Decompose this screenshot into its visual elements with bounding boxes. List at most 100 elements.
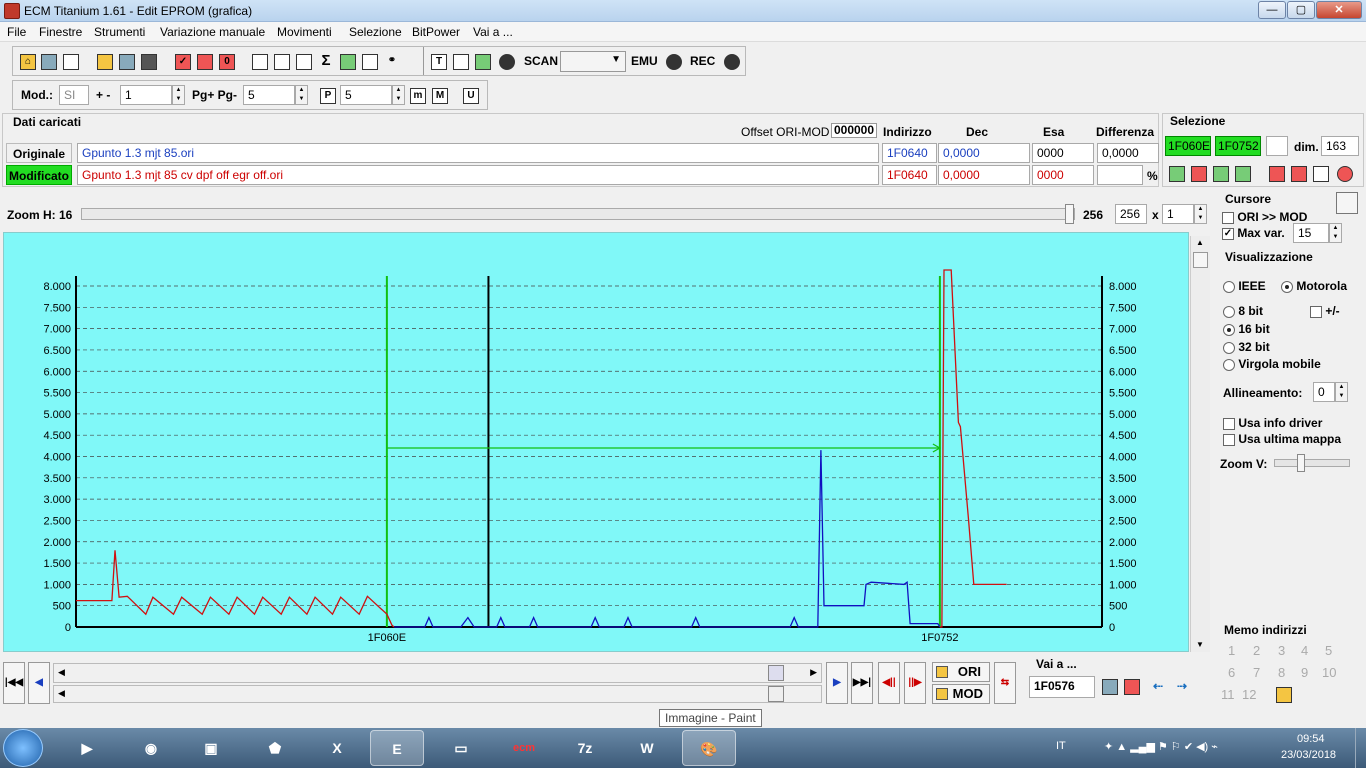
float-option[interactable]: Virgola mobile — [1223, 357, 1321, 371]
max-var-field[interactable]: 15 — [1293, 223, 1329, 243]
hscroll-bottom[interactable]: ◀ — [53, 685, 822, 703]
selection-start[interactable]: 1F060E — [1165, 136, 1211, 156]
prev-diff-icon[interactable]: ◀|| — [878, 662, 900, 704]
checksum-icon[interactable] — [197, 54, 213, 70]
copy-icon[interactable] — [41, 54, 57, 70]
sel-start-icon[interactable] — [1169, 166, 1185, 182]
edit-icon[interactable] — [296, 54, 312, 70]
ieee-radio[interactable] — [1223, 280, 1235, 293]
hscroll-top-right-icon[interactable]: ▶ — [810, 667, 817, 678]
cursor-lock-icon[interactable] — [1336, 192, 1358, 214]
first-page-icon[interactable]: |◀◀ — [3, 662, 25, 704]
ori-mod-option[interactable]: ORI >> MOD — [1222, 210, 1307, 224]
sel-disabled-icon[interactable] — [1313, 166, 1329, 182]
minimize-button[interactable]: — — [1258, 1, 1286, 19]
mod-field[interactable]: SI — [59, 85, 89, 105]
dim-field[interactable]: 163 — [1321, 136, 1359, 156]
rec-icon[interactable] — [724, 54, 740, 70]
p-icon[interactable]: P — [320, 88, 336, 104]
m-small-icon[interactable]: m — [410, 88, 426, 104]
motorola-radio[interactable] — [1281, 280, 1293, 293]
language-indicator[interactable]: IT — [1056, 740, 1066, 752]
original-address[interactable]: 1F0640 — [882, 143, 937, 163]
selection-end[interactable]: 1F0752 — [1215, 136, 1261, 156]
memo-9[interactable]: 9 — [1301, 665, 1308, 680]
hscroll-bottom-left-icon[interactable]: ◀ — [58, 688, 65, 699]
32bit-option[interactable]: 32 bit — [1223, 340, 1270, 354]
open-folder-icon[interactable] — [97, 54, 113, 70]
check-icon[interactable]: ✓ — [175, 54, 191, 70]
tray-icons[interactable]: ✦ ▲ ▂▄▆ ⚑ ⚐ ✔ ◀) ⌁ — [1104, 740, 1218, 753]
chart-area[interactable]: 0 0 500 500 1.000 1.000 1.500 1.500 2.000 2.000 2.… — [3, 232, 1189, 652]
sel-h-icon[interactable] — [1213, 166, 1229, 182]
mem-left-icon[interactable]: ⇠ — [1153, 679, 1163, 693]
modified-file-field[interactable]: Gpunto 1.3 mjt 85 cv dpf off egr off.ori — [77, 165, 879, 185]
menu-movimenti[interactable]: Movimenti — [277, 25, 332, 39]
ieee-option[interactable]: IEEE — [1223, 279, 1266, 293]
save-icon[interactable] — [141, 54, 157, 70]
start-button[interactable] — [3, 729, 43, 767]
sel-end-icon[interactable] — [1235, 166, 1251, 182]
menu-bitpower[interactable]: BitPower — [412, 25, 460, 39]
scroll-down-icon[interactable]: ▼ — [1196, 640, 1204, 649]
emu-icon[interactable] — [666, 54, 682, 70]
next-icon[interactable]: ▶ — [826, 662, 848, 704]
memo-2[interactable]: 2 — [1253, 643, 1260, 658]
hscroll-top[interactable]: ◀ ▶ — [53, 663, 822, 683]
sum-icon[interactable]: Σ — [318, 53, 334, 70]
original-diff[interactable]: 0,0000 — [1097, 143, 1159, 163]
zoom-mult-field[interactable]: 1 — [1162, 204, 1194, 224]
home-icon[interactable]: ⌂ — [20, 54, 36, 70]
ruby-icon[interactable]: ⬟ — [248, 730, 302, 766]
zoom-v-slider[interactable] — [1274, 454, 1350, 472]
plusminus-checkbox[interactable] — [1310, 305, 1322, 318]
ecm-shield-icon[interactable]: ecm — [497, 730, 551, 766]
p-stepper[interactable]: ▲ ▼ — [392, 85, 405, 105]
maximize-button[interactable]: ▢ — [1287, 1, 1315, 19]
compare-icon[interactable] — [252, 54, 268, 70]
p-field[interactable]: 5 — [340, 85, 392, 105]
run-icon[interactable] — [475, 54, 491, 70]
selection-extra[interactable] — [1266, 136, 1288, 156]
package-icon[interactable]: ▣ — [184, 730, 238, 766]
hscroll-top-left-icon[interactable]: ◀ — [58, 667, 65, 678]
clock-time[interactable]: 09:54 — [1297, 733, 1325, 745]
zoom-mult-stepper[interactable]: ▲ ▼ — [1194, 204, 1207, 224]
chrome-icon[interactable]: ◉ — [124, 730, 178, 766]
menu-strumenti[interactable]: Strumenti — [94, 25, 145, 39]
record-icon[interactable] — [499, 54, 515, 70]
memo-8[interactable]: 8 — [1278, 665, 1285, 680]
go-ori-icon[interactable] — [1102, 679, 1118, 695]
8bit-radio[interactable] — [1223, 305, 1235, 318]
memo-11[interactable]: 11 — [1221, 687, 1235, 702]
float-radio[interactable] — [1223, 358, 1235, 371]
memo-3[interactable]: 3 — [1278, 643, 1285, 658]
modified-diff[interactable] — [1097, 165, 1143, 185]
paint-icon[interactable]: 🎨 — [682, 730, 736, 766]
last-map-option[interactable]: Usa ultima mappa — [1223, 432, 1341, 446]
zoom-field[interactable]: 256 — [1115, 204, 1147, 224]
menu-vai-a[interactable]: Vai a ... — [473, 25, 513, 39]
8bit-option[interactable]: 8 bit — [1223, 304, 1263, 318]
m-big-icon[interactable]: M — [432, 88, 448, 104]
mem-right-icon[interactable]: ⇢ — [1177, 679, 1187, 693]
ecm-titanium-icon[interactable]: E — [370, 730, 424, 766]
last-map-checkbox[interactable] — [1223, 433, 1235, 446]
zero-icon[interactable]: 0 — [219, 54, 235, 70]
32bit-radio[interactable] — [1223, 341, 1235, 354]
sel-cross-icon[interactable] — [1191, 166, 1207, 182]
sel-copy-icon[interactable] — [1269, 166, 1285, 182]
text-icon[interactable]: T — [431, 54, 447, 70]
memo-save-icon[interactable] — [1276, 687, 1292, 703]
word-icon[interactable]: W — [620, 730, 674, 766]
zoom-h-slider[interactable] — [81, 204, 1075, 224]
pg-stepper[interactable]: ▲ ▼ — [295, 85, 308, 105]
memo-7[interactable]: 7 — [1253, 665, 1260, 680]
menu-finestre[interactable]: Finestre — [39, 25, 82, 39]
memo-12[interactable]: 12 — [1242, 687, 1256, 702]
menu-selezione[interactable]: Selezione — [349, 25, 402, 39]
motorola-option[interactable]: Motorola — [1281, 279, 1347, 293]
prev-icon[interactable]: ◀ — [28, 662, 50, 704]
show-desktop-button[interactable] — [1355, 728, 1366, 768]
memo-6[interactable]: 6 — [1228, 665, 1235, 680]
